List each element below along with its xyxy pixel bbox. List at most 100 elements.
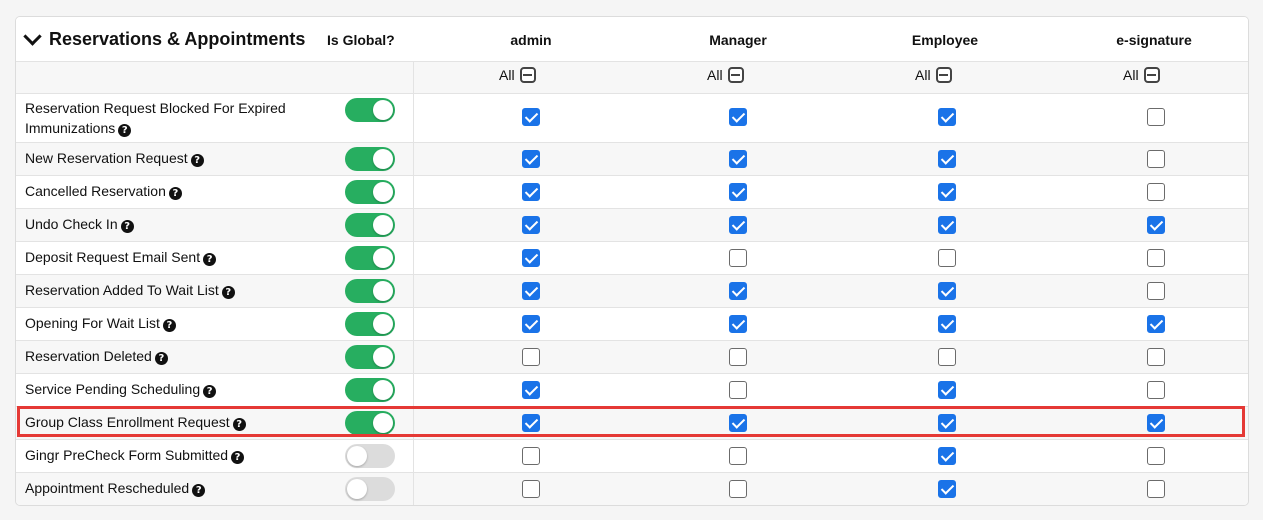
checkbox-manager[interactable] — [729, 249, 747, 267]
question-circle-icon[interactable]: ? — [190, 154, 204, 167]
checkbox-e-signature[interactable] — [1147, 315, 1165, 333]
checkbox-manager[interactable] — [729, 414, 747, 432]
minus-square-icon[interactable] — [935, 67, 952, 83]
row-label-text: New Reservation Request — [25, 150, 188, 166]
section-title: Reservations & Appointments — [49, 29, 306, 49]
toggle-knob — [347, 479, 367, 499]
checkbox-e-signature[interactable] — [1147, 183, 1165, 201]
all-label: All — [915, 67, 931, 83]
row-label: Group Class Enrollment Request? — [25, 412, 325, 432]
checkbox-employee[interactable] — [938, 150, 956, 168]
checkbox-employee[interactable] — [938, 348, 956, 366]
checkbox-e-signature[interactable] — [1147, 216, 1165, 234]
is-global-toggle[interactable] — [345, 246, 395, 270]
checkbox-employee[interactable] — [938, 282, 956, 300]
minus-square-icon[interactable] — [727, 67, 744, 83]
is-global-toggle[interactable] — [345, 180, 395, 204]
question-circle-icon[interactable]: ? — [203, 253, 217, 266]
checkbox-manager[interactable] — [729, 480, 747, 498]
is-global-toggle[interactable] — [345, 444, 395, 468]
select-all-manager[interactable]: All — [707, 67, 744, 83]
select-all-employee[interactable]: All — [915, 67, 952, 83]
select-all-admin[interactable]: All — [499, 67, 536, 83]
question-circle-icon[interactable]: ? — [162, 319, 176, 332]
checkbox-manager[interactable] — [729, 108, 747, 126]
is-global-toggle[interactable] — [345, 279, 395, 303]
checkbox-manager[interactable] — [729, 315, 747, 333]
checkbox-e-signature[interactable] — [1147, 108, 1165, 126]
question-circle-icon[interactable]: ? — [221, 286, 235, 299]
table-row: Deposit Request Email Sent? — [16, 241, 1248, 274]
toggle-knob — [347, 446, 367, 466]
checkbox-e-signature[interactable] — [1147, 414, 1165, 432]
table-row: Gingr PreCheck Form Submitted? — [16, 439, 1248, 472]
checkbox-e-signature[interactable] — [1147, 381, 1165, 399]
is-global-toggle[interactable] — [345, 147, 395, 171]
checkbox-employee[interactable] — [938, 480, 956, 498]
checkbox-employee[interactable] — [938, 414, 956, 432]
row-label-text: Reservation Deleted — [25, 348, 152, 364]
checkbox-e-signature[interactable] — [1147, 249, 1165, 267]
is-global-toggle[interactable] — [345, 378, 395, 402]
chevron-down-icon[interactable] — [23, 27, 42, 46]
checkbox-admin[interactable] — [522, 183, 540, 201]
checkbox-admin[interactable] — [522, 315, 540, 333]
checkbox-employee[interactable] — [938, 447, 956, 465]
checkbox-admin[interactable] — [522, 216, 540, 234]
checkbox-admin[interactable] — [522, 249, 540, 267]
question-circle-icon[interactable]: ? — [231, 451, 245, 464]
checkbox-admin[interactable] — [522, 348, 540, 366]
is-global-toggle[interactable] — [345, 477, 395, 501]
checkbox-admin[interactable] — [522, 108, 540, 126]
question-circle-icon[interactable]: ? — [192, 484, 206, 497]
row-label-text: Reservation Request Blocked For Expired … — [25, 100, 286, 136]
checkbox-employee[interactable] — [938, 249, 956, 267]
question-circle-icon[interactable]: ? — [203, 385, 217, 398]
toggle-knob — [373, 149, 393, 169]
is-global-toggle[interactable] — [345, 312, 395, 336]
row-label-text: Reservation Added To Wait List — [25, 282, 219, 298]
checkbox-manager[interactable] — [729, 348, 747, 366]
checkbox-admin[interactable] — [522, 150, 540, 168]
checkbox-e-signature[interactable] — [1147, 150, 1165, 168]
checkbox-manager[interactable] — [729, 216, 747, 234]
checkbox-e-signature[interactable] — [1147, 447, 1165, 465]
is-global-toggle[interactable] — [345, 98, 395, 122]
all-label: All — [707, 67, 723, 83]
checkbox-employee[interactable] — [938, 183, 956, 201]
column-header-admin: admin — [510, 32, 552, 48]
checkbox-employee[interactable] — [938, 381, 956, 399]
checkbox-admin[interactable] — [522, 381, 540, 399]
checkbox-manager[interactable] — [729, 381, 747, 399]
checkbox-admin[interactable] — [522, 282, 540, 300]
checkbox-admin[interactable] — [522, 414, 540, 432]
toggle-knob — [373, 215, 393, 235]
section-toggle[interactable]: Reservations & Appointments — [22, 27, 306, 50]
checkbox-manager[interactable] — [729, 282, 747, 300]
question-circle-icon[interactable]: ? — [120, 220, 134, 233]
checkbox-manager[interactable] — [729, 150, 747, 168]
is-global-toggle[interactable] — [345, 213, 395, 237]
table-row: Reservation Added To Wait List? — [16, 274, 1248, 307]
select-all-e-signature[interactable]: All — [1123, 67, 1160, 83]
checkbox-manager[interactable] — [729, 447, 747, 465]
checkbox-employee[interactable] — [938, 315, 956, 333]
question-circle-icon[interactable]: ? — [168, 187, 182, 200]
question-circle-icon[interactable]: ? — [232, 418, 246, 431]
checkbox-admin[interactable] — [522, 480, 540, 498]
column-divider — [413, 61, 414, 505]
is-global-toggle[interactable] — [345, 411, 395, 435]
minus-square-icon[interactable] — [1143, 67, 1160, 83]
minus-square-icon[interactable] — [519, 67, 536, 83]
is-global-toggle[interactable] — [345, 345, 395, 369]
checkbox-e-signature[interactable] — [1147, 480, 1165, 498]
checkbox-employee[interactable] — [938, 108, 956, 126]
checkbox-manager[interactable] — [729, 183, 747, 201]
checkbox-e-signature[interactable] — [1147, 348, 1165, 366]
checkbox-e-signature[interactable] — [1147, 282, 1165, 300]
question-circle-icon[interactable]: ? — [118, 124, 132, 137]
checkbox-employee[interactable] — [938, 216, 956, 234]
table-row: Opening For Wait List? — [16, 307, 1248, 340]
checkbox-admin[interactable] — [522, 447, 540, 465]
question-circle-icon[interactable]: ? — [154, 352, 168, 365]
